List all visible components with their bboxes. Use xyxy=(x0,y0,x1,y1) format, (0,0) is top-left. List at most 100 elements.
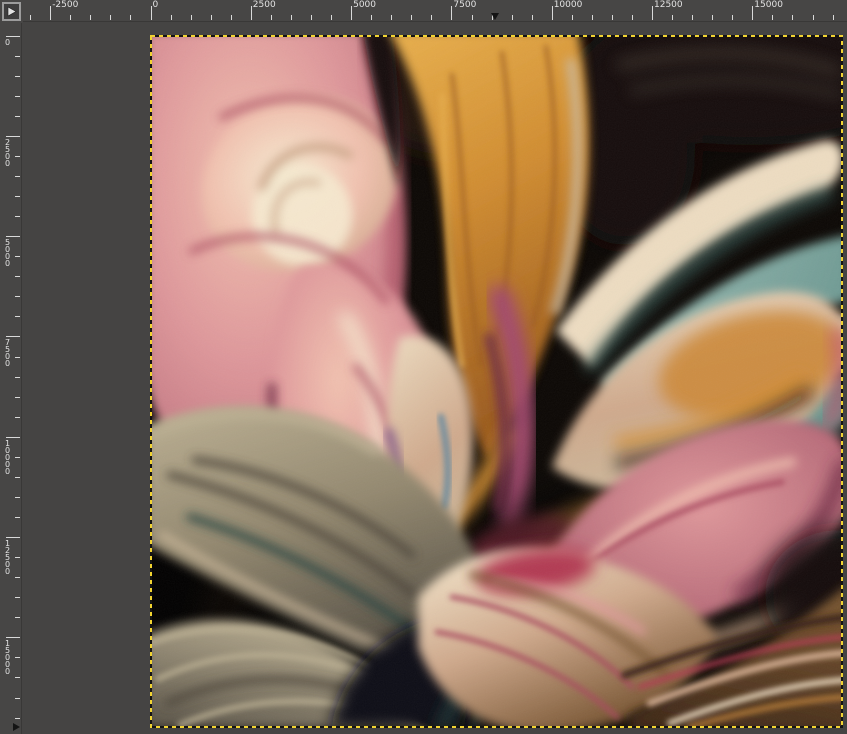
ruler-minor-tick xyxy=(130,15,131,20)
image-layer[interactable]: Abstract oil painting of large flowing f… xyxy=(150,35,843,728)
ruler-minor-tick xyxy=(15,256,20,257)
ruler-minor-tick xyxy=(291,15,292,20)
ruler-minor-tick xyxy=(70,15,71,20)
ruler-major-tick xyxy=(652,6,653,20)
ruler-corner xyxy=(0,0,23,23)
ruler-minor-tick xyxy=(90,15,91,20)
right-triangle-icon xyxy=(4,4,19,19)
ruler-major-tick xyxy=(451,6,452,20)
ruler-position-marker-vertical xyxy=(13,723,20,731)
ruler-major-tick xyxy=(6,136,20,137)
ruler-minor-tick xyxy=(171,15,172,20)
ruler-label: 0 xyxy=(153,0,159,11)
ruler-minor-tick xyxy=(15,677,20,678)
ruler-minor-tick xyxy=(15,296,20,297)
ruler-minor-tick xyxy=(15,377,20,378)
horizontal-ruler[interactable]: -2500 0 2500 5000 7500 10000 12500 15000 xyxy=(0,0,847,22)
ruler-minor-tick xyxy=(672,15,673,20)
ruler-label: 2500 xyxy=(1,138,12,166)
ruler-major-tick xyxy=(6,36,20,37)
ruler-major-tick xyxy=(752,6,753,20)
ruler-minor-tick xyxy=(30,15,31,20)
ruler-major-tick xyxy=(6,537,20,538)
ruler-minor-tick xyxy=(15,56,20,57)
ruler-minor-tick xyxy=(15,357,20,358)
ruler-major-tick xyxy=(552,6,553,20)
ruler-minor-tick xyxy=(15,316,20,317)
ruler-minor-tick xyxy=(391,15,392,20)
image-editor-window: -2500 0 2500 5000 7500 10000 12500 15000 0 2500 5… xyxy=(0,0,847,734)
ruler-major-tick xyxy=(6,437,20,438)
ruler-label: 15000 xyxy=(1,639,12,674)
ruler-minor-tick xyxy=(431,15,432,20)
ruler-minor-tick xyxy=(15,718,20,719)
ruler-minor-tick xyxy=(612,15,613,20)
ruler-position-marker-horizontal xyxy=(491,13,499,20)
ruler-minor-tick xyxy=(211,15,212,20)
ruler-minor-tick xyxy=(15,116,20,117)
ruler-label: 12500 xyxy=(654,0,683,11)
ruler-minor-tick xyxy=(15,417,20,418)
layer-boundary xyxy=(150,35,843,728)
ruler-major-tick xyxy=(351,6,352,20)
ruler-minor-tick xyxy=(532,15,533,20)
ruler-minor-tick xyxy=(632,15,633,20)
ruler-major-tick xyxy=(6,336,20,337)
ruler-minor-tick xyxy=(15,96,20,97)
ruler-major-tick xyxy=(251,6,252,20)
ruler-minor-tick xyxy=(15,176,20,177)
ruler-minor-tick xyxy=(572,15,573,20)
ruler-minor-tick xyxy=(15,477,20,478)
ruler-label: 10000 xyxy=(1,439,12,474)
ruler-label: 7500 xyxy=(1,338,12,366)
ruler-minor-tick xyxy=(792,15,793,20)
ruler-minor-tick xyxy=(15,577,20,578)
ruler-minor-tick xyxy=(15,617,20,618)
ruler-minor-tick xyxy=(813,15,814,20)
ruler-minor-tick xyxy=(833,15,834,20)
ruler-major-tick xyxy=(6,236,20,237)
ruler-minor-tick xyxy=(191,15,192,20)
ruler-minor-tick xyxy=(15,276,20,277)
ruler-major-tick xyxy=(6,637,20,638)
canvas-viewport[interactable]: Abstract oil painting of large flowing f… xyxy=(23,23,847,734)
ruler-minor-tick xyxy=(271,15,272,20)
ruler-minor-tick xyxy=(15,457,20,458)
ruler-label: 2500 xyxy=(253,0,276,11)
vertical-ruler[interactable]: 0 2500 5000 7500 10000 12500 15000 xyxy=(0,0,22,734)
ruler-label: 10000 xyxy=(554,0,583,11)
ruler-minor-tick xyxy=(15,397,20,398)
ruler-minor-tick xyxy=(592,15,593,20)
ruler-minor-tick xyxy=(692,15,693,20)
ruler-minor-tick xyxy=(512,15,513,20)
ruler-minor-tick xyxy=(15,657,20,658)
ruler-minor-tick xyxy=(15,698,20,699)
ruler-label: 0 xyxy=(1,38,12,45)
ruler-minor-tick xyxy=(472,15,473,20)
ruler-label: 15000 xyxy=(754,0,783,11)
ruler-minor-tick xyxy=(15,216,20,217)
ruler-major-tick xyxy=(50,6,51,20)
ruler-label: 12500 xyxy=(1,539,12,574)
ruler-label: 5000 xyxy=(353,0,376,11)
ruler-minor-tick xyxy=(15,517,20,518)
ruler-minor-tick xyxy=(231,15,232,20)
ruler-minor-tick xyxy=(15,597,20,598)
ruler-minor-tick xyxy=(15,557,20,558)
ruler-label: 7500 xyxy=(453,0,476,11)
ruler-label: 5000 xyxy=(1,238,12,266)
ruler-minor-tick xyxy=(15,156,20,157)
ruler-minor-tick xyxy=(15,497,20,498)
canvas-menu-button[interactable] xyxy=(2,2,21,21)
ruler-minor-tick xyxy=(732,15,733,20)
ruler-minor-tick xyxy=(311,15,312,20)
ruler-minor-tick xyxy=(15,196,20,197)
ruler-label: -2500 xyxy=(52,0,78,11)
ruler-minor-tick xyxy=(371,15,372,20)
ruler-minor-tick xyxy=(110,15,111,20)
ruler-minor-tick xyxy=(15,76,20,77)
ruler-minor-tick xyxy=(331,15,332,20)
ruler-minor-tick xyxy=(411,15,412,20)
ruler-major-tick xyxy=(151,6,152,20)
ruler-minor-tick xyxy=(772,15,773,20)
